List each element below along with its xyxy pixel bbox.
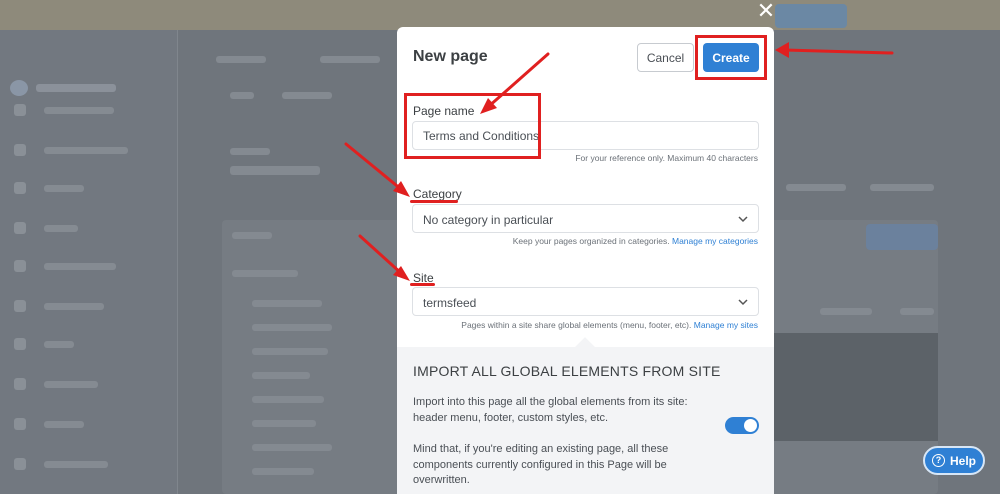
chevron-down-icon [738, 299, 748, 306]
question-circle-icon: ? [932, 454, 945, 467]
help-label: Help [950, 454, 977, 468]
annotation-underline-site [410, 283, 435, 286]
import-section-title: IMPORT ALL GLOBAL ELEMENTS FROM SITE [413, 363, 721, 379]
category-selected-value: No category in particular [423, 213, 554, 227]
cancel-button[interactable]: Cancel [637, 43, 694, 72]
close-icon[interactable]: ✕ [754, 0, 778, 24]
background-sidebar [0, 30, 178, 494]
annotation-box-create [695, 35, 767, 80]
category-label: Category [413, 187, 462, 201]
category-hint: Keep your pages organized in categories.… [513, 236, 758, 246]
category-hint-text: Keep your pages organized in categories. [512, 236, 670, 246]
background-logo [10, 80, 130, 96]
site-hint: Pages within a site share global element… [461, 320, 758, 330]
site-selected-value: termsfeed [423, 296, 477, 310]
toggle-knob [744, 419, 757, 432]
help-button[interactable]: ? Help [923, 446, 985, 475]
category-select[interactable]: No category in particular [412, 204, 759, 233]
background-action-button [866, 224, 938, 250]
import-warning-note: Mind that, if you're editing an existing… [413, 443, 669, 486]
page-name-hint: For your reference only. Maximum 40 char… [575, 153, 758, 163]
manage-sites-link[interactable]: Manage my sites [694, 320, 758, 330]
site-hint-text: Pages within a site share global element… [461, 320, 692, 330]
annotation-box-page-name [404, 93, 541, 159]
background-top-banner [0, 0, 1000, 30]
import-description: Import into this page all the global ele… [413, 396, 688, 424]
site-select[interactable]: termsfeed [412, 287, 759, 316]
modal-title: New page [413, 48, 488, 65]
import-toggle[interactable] [725, 417, 759, 434]
annotation-underline-category [410, 200, 458, 203]
import-global-elements-section: IMPORT ALL GLOBAL ELEMENTS FROM SITE Imp… [397, 347, 774, 494]
chevron-down-icon [738, 216, 748, 223]
manage-categories-link[interactable]: Manage my categories [672, 236, 758, 246]
background-banner-button [775, 4, 847, 28]
background-preview-panel [772, 333, 938, 441]
